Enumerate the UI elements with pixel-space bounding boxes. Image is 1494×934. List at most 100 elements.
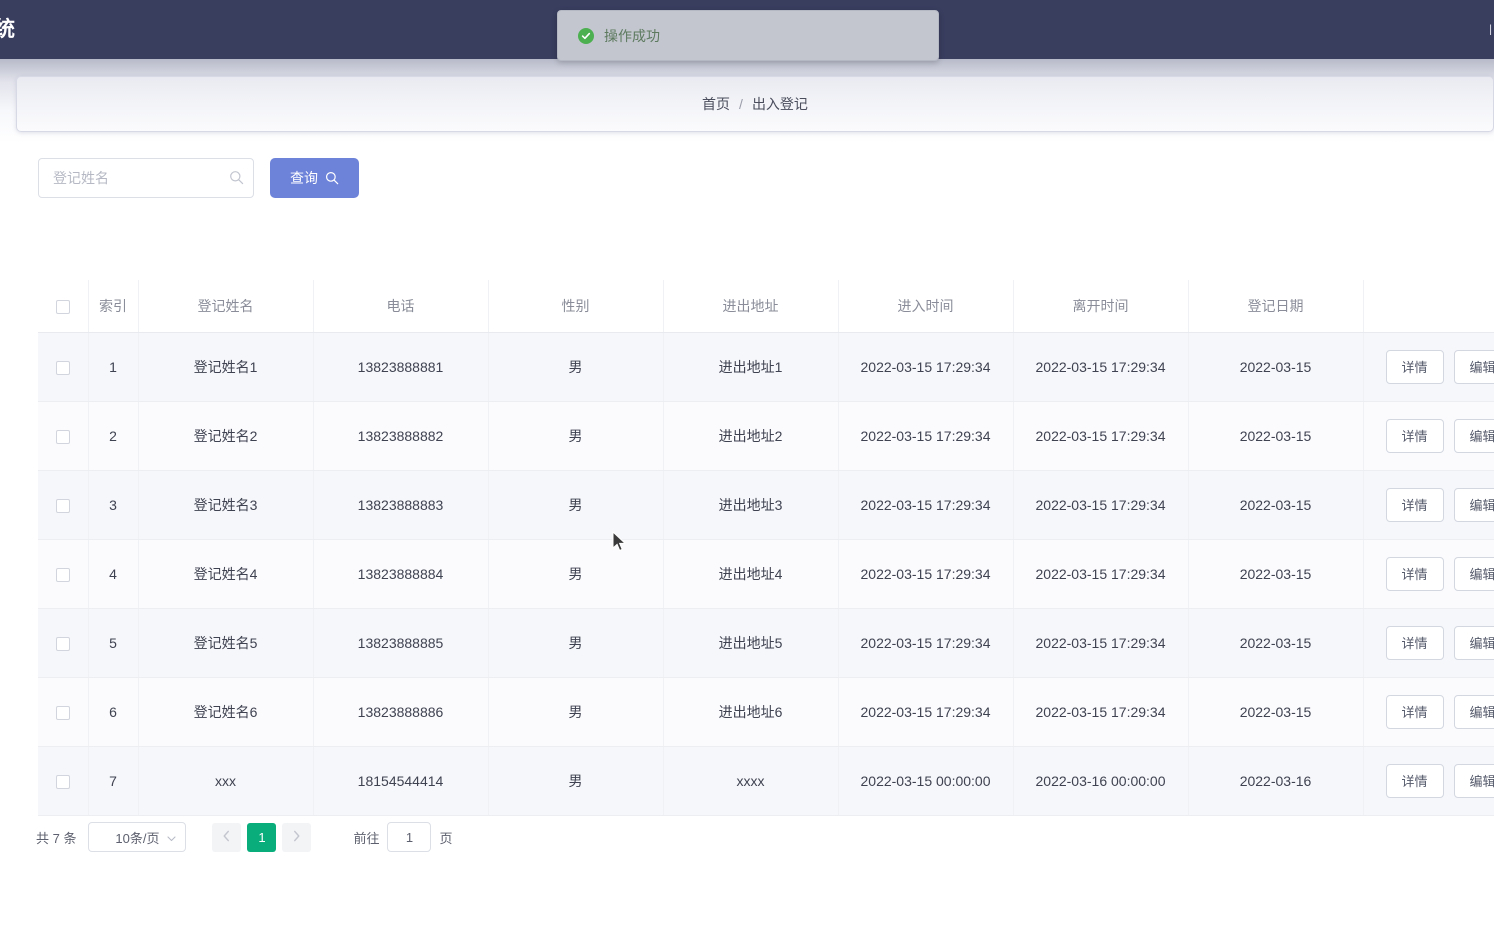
chevron-left-icon: [222, 830, 231, 845]
row-checkbox[interactable]: [55, 429, 70, 444]
cell-leave-time: 2022-03-15 17:29:34: [1013, 470, 1189, 540]
edit-button[interactable]: 编辑: [1453, 763, 1494, 798]
breadcrumb-separator: /: [739, 96, 743, 112]
header-right-item[interactable]: |: [1489, 22, 1493, 35]
edit-button[interactable]: 编辑: [1453, 487, 1494, 522]
cell-name: 登记姓名6: [138, 677, 314, 747]
search-button[interactable]: 查询: [270, 158, 359, 198]
detail-button[interactable]: 详情: [1385, 418, 1444, 453]
column-header-leave-time: 离开时间: [1013, 280, 1189, 333]
cell-phone: 13823888882: [313, 401, 489, 471]
row-select-cell: [38, 539, 89, 609]
pagination: 共 7 条 10条/页 1 前往 1 页: [36, 822, 453, 852]
cell-gender: 男: [488, 539, 664, 609]
column-header-index: 索引: [88, 280, 139, 333]
cell-name: 登记姓名3: [138, 470, 314, 540]
table-row: 4 登记姓名4 13823888884 男进出地址4 2022-03-15 17:29:…: [38, 539, 1494, 609]
row-checkbox[interactable]: [55, 705, 70, 720]
row-actions-cell: 详情 编辑: [1363, 332, 1494, 402]
edit-button[interactable]: 编辑: [1453, 418, 1494, 453]
cell-name: 登记姓名2: [138, 401, 314, 471]
pagination-jump: 前往 页: [353, 822, 453, 852]
detail-button[interactable]: 详情: [1385, 694, 1444, 729]
detail-button[interactable]: 详情: [1385, 487, 1444, 522]
cell-reg-date: 2022-03-15: [1188, 470, 1364, 540]
cell-address: 进出地址6: [663, 677, 839, 747]
edit-button[interactable]: 编辑: [1453, 556, 1494, 591]
cell-name: 登记姓名4: [138, 539, 314, 609]
cell-gender: 男: [488, 677, 664, 747]
edit-button[interactable]: 编辑: [1453, 349, 1494, 384]
app-title: 统: [0, 18, 15, 41]
row-select-cell: [38, 332, 89, 402]
detail-button[interactable]: 详情: [1385, 625, 1444, 660]
table-head: 索引 登记姓名 电话 性别 进出地址 进入时间 离开时间 登记日期: [38, 280, 1494, 333]
column-header-address: 进出地址: [663, 280, 839, 333]
cell-enter-time: 2022-03-15 17:29:34: [838, 608, 1014, 678]
chevron-down-icon: [166, 832, 177, 847]
row-select-cell: [38, 470, 89, 540]
detail-button[interactable]: 详情: [1385, 763, 1444, 798]
column-header-name: 登记姓名: [138, 280, 314, 333]
cell-address: 进出地址1: [663, 332, 839, 402]
cell-address: xxxx: [663, 746, 839, 816]
select-all-checkbox[interactable]: [55, 299, 70, 314]
cell-reg-date: 2022-03-15: [1188, 608, 1364, 678]
table-row: 3 登记姓名3 13823888883 男进出地址3 2022-03-15 17:29:…: [38, 470, 1494, 540]
table-row: 2 登记姓名2 13823888882 男进出地址2 2022-03-15 17:29:…: [38, 401, 1494, 471]
cell-enter-time: 2022-03-15 17:29:34: [838, 401, 1014, 471]
cell-index: 6: [88, 677, 139, 747]
cell-leave-time: 2022-03-15 17:29:34: [1013, 608, 1189, 678]
cell-phone: 13823888886: [313, 677, 489, 747]
detail-button[interactable]: 详情: [1385, 556, 1444, 591]
row-actions-cell: 详情 编辑: [1363, 539, 1494, 609]
edit-button[interactable]: 编辑: [1453, 625, 1494, 660]
next-page-button[interactable]: [282, 822, 312, 852]
row-checkbox[interactable]: [55, 774, 70, 789]
cell-enter-time: 2022-03-15 17:29:34: [838, 539, 1014, 609]
jump-page-input[interactable]: [387, 822, 432, 852]
search-input[interactable]: [38, 158, 254, 198]
cell-gender: 男: [488, 470, 664, 540]
table-row: 1 登记姓名1 13823888881 男进出地址1 2022-03-15 17:29:…: [38, 332, 1494, 402]
search-button-label: 查询: [290, 170, 318, 186]
column-header-phone: 电话: [313, 280, 489, 333]
search-field-wrapper: [38, 158, 254, 198]
cell-phone: 13823888884: [313, 539, 489, 609]
table-header-row: 索引 登记姓名 电话 性别 进出地址 进入时间 离开时间 登记日期: [38, 280, 1494, 333]
cell-index: 7: [88, 746, 139, 816]
row-checkbox[interactable]: [55, 360, 70, 375]
row-checkbox[interactable]: [55, 498, 70, 513]
detail-button[interactable]: 详情: [1385, 349, 1444, 384]
row-actions-cell: 详情 编辑: [1363, 608, 1494, 678]
row-select-cell: [38, 401, 89, 471]
page-number-1[interactable]: 1: [247, 822, 277, 852]
cell-phone: 18154544414: [313, 746, 489, 816]
breadcrumb-home[interactable]: 首页: [702, 94, 730, 114]
row-checkbox[interactable]: [55, 636, 70, 651]
prev-page-button[interactable]: [212, 822, 242, 852]
cell-index: 4: [88, 539, 139, 609]
cell-enter-time: 2022-03-15 00:00:00: [838, 746, 1014, 816]
cell-enter-time: 2022-03-15 17:29:34: [838, 332, 1014, 402]
page-size-select[interactable]: 10条/页: [88, 822, 187, 852]
cell-reg-date: 2022-03-16: [1188, 746, 1364, 816]
row-select-cell: [38, 608, 89, 678]
table-row: 7 xxx 18154544414 男 xxxx 2022-03-15 00:00:00 2…: [38, 746, 1494, 816]
row-checkbox[interactable]: [55, 567, 70, 582]
page-size-label: 10条/页: [115, 830, 160, 846]
cell-leave-time: 2022-03-16 00:00:00: [1013, 746, 1189, 816]
jump-prefix-label: 前往: [353, 830, 380, 846]
breadcrumb: 首页 / 出入登记: [16, 76, 1494, 132]
edit-button[interactable]: 编辑: [1453, 694, 1494, 729]
records-table-container: 索引 登记姓名 电话 性别 进出地址 进入时间 离开时间 登记日期 1 登记姓名1…: [38, 280, 1494, 816]
row-actions-cell: 详情 编辑: [1363, 677, 1494, 747]
row-actions-cell: 详情 编辑: [1363, 746, 1494, 816]
column-header-enter-time: 进入时间: [838, 280, 1014, 333]
row-select-cell: [38, 677, 89, 747]
cell-enter-time: 2022-03-15 17:29:34: [838, 677, 1014, 747]
table-row: 5 登记姓名5 13823888885 男进出地址5 2022-03-15 17:29:…: [38, 608, 1494, 678]
cell-phone: 13823888885: [313, 608, 489, 678]
app-root: 统 | 操作成功 首页 / 出入登记 登记姓名 查询 索引 登记姓名 电话 性别…: [0, 0, 1494, 934]
cell-enter-time: 2022-03-15 17:29:34: [838, 470, 1014, 540]
